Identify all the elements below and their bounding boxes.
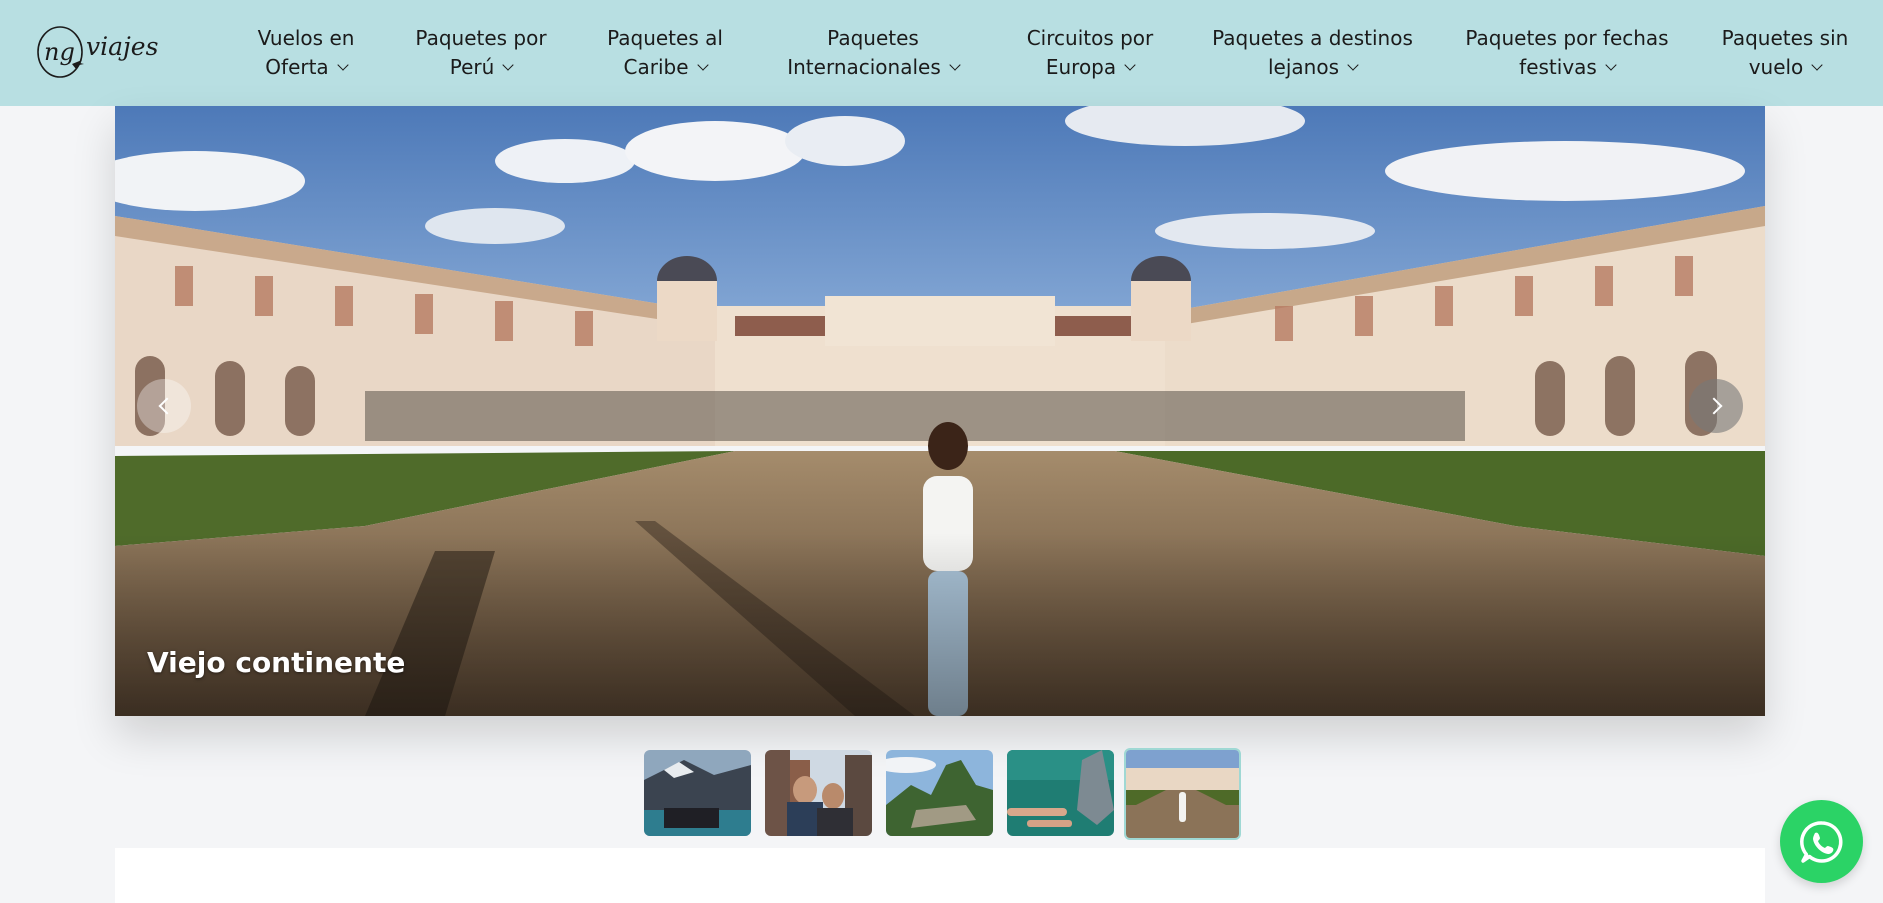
thumbnail-2[interactable]: [765, 750, 872, 836]
nav-item-vuelos-oferta[interactable]: Vuelos en Oferta: [256, 0, 356, 106]
hero-image-palace: [115, 106, 1765, 716]
nav-item-paquetes-sin-vuelo[interactable]: Paquetes sin vuelo: [1715, 0, 1855, 106]
chevron-down-icon: [1605, 59, 1617, 71]
thumbnail-1[interactable]: [644, 750, 751, 836]
chevron-down-icon: [1811, 59, 1823, 71]
whatsapp-icon: [1799, 820, 1842, 863]
chevron-left-icon: [158, 397, 175, 415]
slider-next-button[interactable]: [1689, 379, 1743, 433]
chevron-down-icon: [696, 59, 709, 71]
nav-item-paquetes-internacionales[interactable]: Paquetes Internacionales: [783, 0, 963, 106]
ng-viajes-logo[interactable]: ng viajes: [36, 24, 176, 80]
chevron-down-icon: [337, 59, 349, 71]
chevron-down-icon: [502, 59, 514, 71]
nav-item-circuitos-europa[interactable]: Circuitos por Europa: [1020, 0, 1160, 106]
logo-viajes-text: viajes: [86, 32, 158, 61]
slider-prev-button[interactable]: [137, 379, 191, 433]
thumbnail-5[interactable]: [1124, 748, 1241, 840]
nav-item-paquetes-peru[interactable]: Paquetes por Perú: [411, 0, 551, 106]
nav-item-paquetes-caribe[interactable]: Paquetes al Caribe: [605, 0, 725, 106]
chevron-right-icon: [1705, 397, 1722, 415]
nav-item-destinos-lejanos[interactable]: Paquetes a destinos lejanos: [1210, 0, 1415, 106]
nav-item-fechas-festivas[interactable]: Paquetes por fechas festivas: [1462, 0, 1672, 106]
logo-ng-text: ng: [44, 38, 75, 66]
chevron-down-icon: [1124, 59, 1136, 71]
top-header: ng viajes Vuelos en Oferta Paquetes por …: [0, 0, 1883, 106]
whatsapp-button[interactable]: [1780, 800, 1863, 883]
slide-caption: Viejo continente: [147, 646, 406, 679]
hero-slider: Viejo continente: [115, 106, 1765, 716]
chevron-down-icon: [1347, 59, 1359, 71]
content-panel: [115, 848, 1765, 903]
chevron-down-icon: [949, 59, 961, 71]
thumbnail-3[interactable]: [886, 750, 993, 836]
thumbnail-4[interactable]: [1007, 750, 1114, 836]
